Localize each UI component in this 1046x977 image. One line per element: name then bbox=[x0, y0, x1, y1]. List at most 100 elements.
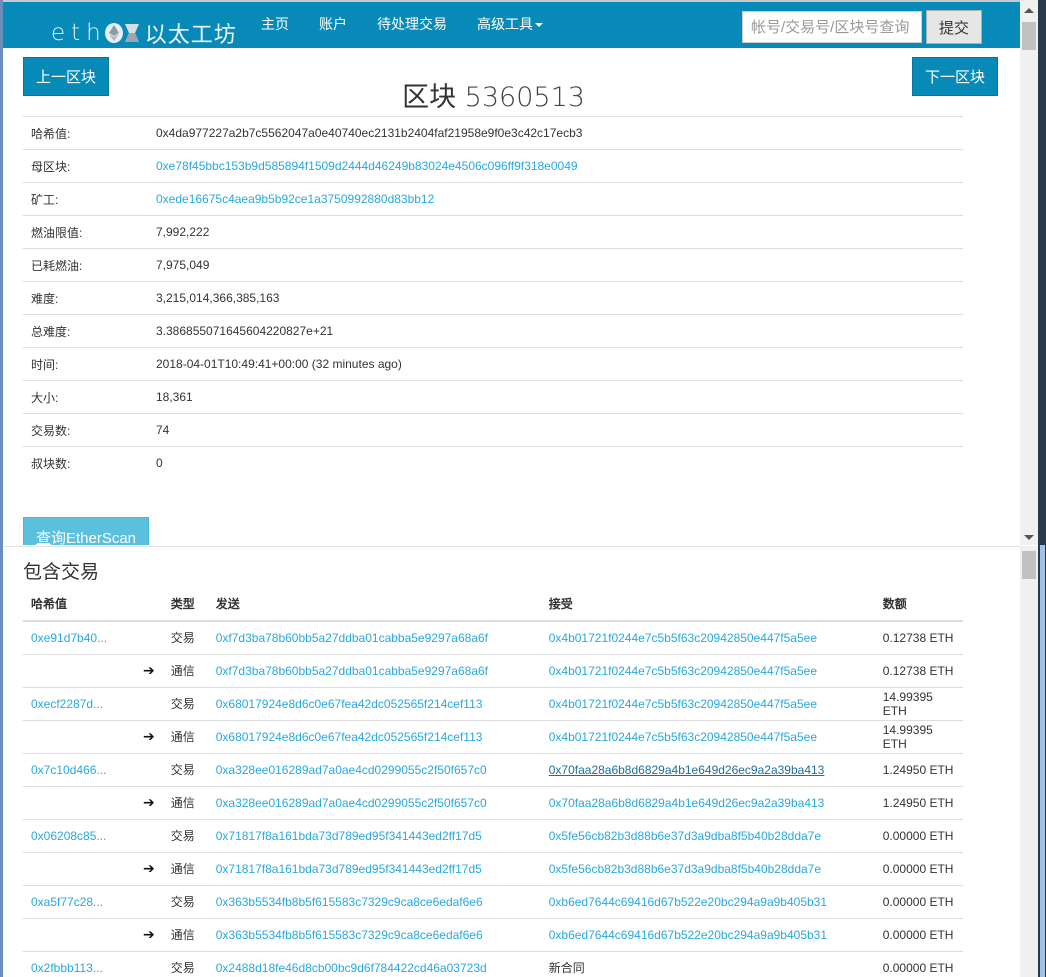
scroll-thumb[interactable] bbox=[1022, 22, 1036, 50]
brand-logo[interactable]: eth 以太工坊 bbox=[51, 18, 237, 48]
detail-value: 18,361 bbox=[156, 390, 193, 404]
table-header-row: 哈希值 类型 发送 接受 数额 bbox=[23, 587, 963, 622]
detail-value: 74 bbox=[156, 423, 170, 437]
scroll-up-icon[interactable] bbox=[1024, 8, 1034, 13]
detail-row: 哈希值: 0x4da977227a2b7c5562047a0e40740ec213… bbox=[23, 116, 963, 150]
tx-from-link[interactable]: 0xf7d3ba78b60bb5a27ddba01cabba5e9297a68a… bbox=[216, 664, 488, 678]
table-row: ➔ 通信 0xf7d3ba78b60bb5a27ddba01cabba5e9297a… bbox=[23, 653, 963, 687]
tx-hash-link[interactable]: 0x7c10d466... bbox=[31, 763, 106, 777]
detail-value-cell: 0 bbox=[148, 447, 963, 480]
tx-from-link[interactable]: 0xa328ee016289ad7a0ae4cd0299055c2f50f657… bbox=[216, 796, 487, 810]
tx-to-link[interactable]: 0x4b01721f0244e7c5b5f63c20942850e447f5a5… bbox=[549, 664, 817, 678]
nav-advanced-tools[interactable]: 高级工具 bbox=[462, 14, 558, 34]
tx-hash-link[interactable]: 0xe91d7b40... bbox=[31, 631, 107, 645]
tx-amount: 0.00000 ETH bbox=[874, 884, 963, 918]
etherscan-button[interactable]: 查询EtherScan bbox=[23, 517, 149, 545]
brand-chinese: 以太工坊 bbox=[144, 22, 237, 47]
tx-from-link[interactable]: 0x363b5534fb8b5f615583c7329c9ca8ce6edaf6… bbox=[216, 928, 483, 942]
tx-from-link[interactable]: 0xf7d3ba78b60bb5a27ddba01cabba5e9297a68a… bbox=[216, 631, 488, 645]
tx-from-cell: 0xf7d3ba78b60bb5a27ddba01cabba5e9297a68a… bbox=[207, 653, 541, 687]
tx-to-link[interactable]: 0xb6ed7644c69416d67b522e20bc294a9a9b405b… bbox=[549, 928, 827, 942]
tx-to-link[interactable]: 0x70faa28a6b8d6829a4b1e649d26ec9a2a39ba4… bbox=[549, 796, 825, 810]
tx-to-link[interactable]: 0x4b01721f0244e7c5b5f63c20942850e447f5a5… bbox=[549, 631, 817, 645]
tx-amount: 1.24950 ETH bbox=[874, 752, 963, 786]
detail-value: 3.386855071645604220827e+21 bbox=[156, 324, 334, 338]
tx-hash-cell: 0x2fbbb113... bbox=[23, 950, 135, 977]
top-pane-scrollbar[interactable] bbox=[1020, 0, 1038, 545]
bottom-pane-scrollbar[interactable] bbox=[1020, 546, 1038, 977]
detail-label: 大小: bbox=[31, 390, 59, 405]
tx-hash-link[interactable]: 0x2fbbb113... bbox=[31, 961, 103, 975]
tx-to-link[interactable]: 0xb6ed7644c69416d67b522e20bc294a9a9b405b… bbox=[549, 895, 827, 909]
table-row: 0xe91d7b40... 交易 0xf7d3ba78b60bb5a27ddba01… bbox=[23, 620, 963, 654]
tx-hash-cell bbox=[23, 917, 135, 951]
detail-value-link[interactable]: 0xe78f45bbc153b9d585894f1509d2444d46249b… bbox=[156, 159, 578, 173]
nav-home[interactable]: 主页 bbox=[246, 14, 304, 34]
tx-from-link[interactable]: 0x363b5534fb8b5f615583c7329c9ca8ce6edaf6… bbox=[216, 895, 483, 909]
tx-hash-link[interactable]: 0xecf2287d... bbox=[31, 697, 103, 711]
tx-from-link[interactable]: 0x71817f8a161bda73d789ed95f341443ed2ff17… bbox=[216, 829, 482, 843]
scroll-down-icon[interactable] bbox=[1024, 535, 1034, 540]
tx-from-link[interactable]: 0xa328ee016289ad7a0ae4cd0299055c2f50f657… bbox=[216, 763, 487, 777]
header-to: 接受 bbox=[540, 587, 875, 622]
detail-row: 已耗燃油: 7,975,049 bbox=[23, 248, 963, 282]
detail-label: 矿工: bbox=[31, 192, 59, 207]
tx-from-link[interactable]: 0x2488d18fe46d8cb00bc9d6f784422cd46a0372… bbox=[216, 961, 487, 975]
tx-type: 交易 bbox=[162, 950, 208, 977]
table-row: 0x2fbbb113... 交易 0x2488d18fe46d8cb00bc9d6f… bbox=[23, 950, 963, 977]
search-input[interactable] bbox=[742, 11, 922, 43]
table-row: ➔ 通信 0x363b5534fb8b5f615583c7329c9ca8ce6ed… bbox=[23, 917, 963, 951]
detail-value-cell: 3.386855071645604220827e+21 bbox=[148, 315, 963, 348]
tx-to-link[interactable]: 0x5fe56cb82b3d88b6e37d3a9dba8f5b40b28dda… bbox=[549, 829, 821, 843]
detail-value-link[interactable]: 0xede16675c4aea9b5b92ce1a3750992880d83bb… bbox=[156, 192, 434, 206]
block-number: 5360513 bbox=[464, 82, 585, 113]
nav-pending-tx[interactable]: 待处理交易 bbox=[362, 14, 462, 34]
tx-to-link[interactable]: 0x5fe56cb82b3d88b6e37d3a9dba8f5b40b28dda… bbox=[549, 862, 821, 876]
tx-hash-cell: 0xe91d7b40... bbox=[23, 620, 135, 654]
table-row: 0xecf2287d... 交易 0x68017924e8d6c0e67fea42d… bbox=[23, 686, 963, 720]
detail-label: 母区块: bbox=[31, 159, 71, 174]
etherscan-label-rest: 询EtherScan bbox=[50, 530, 137, 545]
tx-type: 交易 bbox=[162, 752, 208, 786]
detail-value: 0 bbox=[156, 456, 163, 471]
brand-latin: eth bbox=[51, 20, 107, 46]
arrow-cell: ➔ bbox=[135, 653, 163, 687]
arrow-right-icon: ➔ bbox=[143, 794, 155, 810]
page-title: 区块 5360513 bbox=[3, 75, 984, 114]
tx-amount: 14.99395 ETH bbox=[874, 719, 963, 753]
tx-hash-cell: 0x7c10d466... bbox=[23, 752, 135, 786]
etherscan-label-first: 查 bbox=[35, 530, 51, 545]
tx-to-text: 新合同 bbox=[548, 961, 585, 976]
tx-type: 交易 bbox=[162, 818, 208, 852]
tx-hash-link[interactable]: 0x06208c85... bbox=[31, 829, 106, 843]
detail-value-cell: 0x4da977227a2b7c5562047a0e40740ec2131b24… bbox=[148, 117, 963, 150]
tx-to-cell: 0x5fe56cb82b3d88b6e37d3a9dba8f5b40b28dda… bbox=[540, 818, 875, 852]
tx-from-cell: 0xa328ee016289ad7a0ae4cd0299055c2f50f657… bbox=[207, 785, 541, 819]
tx-from-cell: 0x363b5534fb8b5f615583c7329c9ca8ce6edaf6… bbox=[207, 884, 541, 918]
tx-amount: 0.12738 ETH bbox=[874, 620, 963, 654]
tx-to-link[interactable]: 0x4b01721f0244e7c5b5f63c20942850e447f5a5… bbox=[549, 730, 817, 744]
tx-from-link[interactable]: 0x71817f8a161bda73d789ed95f341443ed2ff17… bbox=[216, 862, 482, 876]
tx-amount: 0.00000 ETH bbox=[874, 818, 963, 852]
tx-from-link[interactable]: 0x68017924e8d6c0e67fea42dc052565f214cef1… bbox=[216, 730, 483, 744]
tx-from-link[interactable]: 0x68017924e8d6c0e67fea42dc052565f214cef1… bbox=[216, 697, 483, 711]
table-row: ➔ 通信 0xa328ee016289ad7a0ae4cd0299055c2f50f… bbox=[23, 785, 963, 819]
tx-to-link[interactable]: 0x70faa28a6b8d6829a4b1e649d26ec9a2a39ba4… bbox=[549, 763, 825, 777]
tx-amount: 0.00000 ETH bbox=[874, 950, 963, 977]
submit-button[interactable]: 提交 bbox=[926, 10, 982, 44]
tx-amount: 14.99395 ETH bbox=[874, 686, 963, 720]
tx-hash-link[interactable]: 0xa5f77c28... bbox=[31, 895, 103, 909]
detail-value-cell: 2018-04-01T10:49:41+00:00 (32 minutes ag… bbox=[148, 348, 963, 381]
tx-hash-cell bbox=[23, 719, 135, 753]
header-arrow bbox=[135, 587, 163, 622]
tx-from-cell: 0x68017924e8d6c0e67fea42dc052565f214cef1… bbox=[207, 686, 541, 720]
nav-accounts[interactable]: 账户 bbox=[304, 14, 362, 34]
detail-value-cell: 74 bbox=[148, 414, 963, 447]
tx-to-link[interactable]: 0x4b01721f0244e7c5b5f63c20942850e447f5a5… bbox=[549, 697, 817, 711]
detail-value-cell: 7,992,222 bbox=[148, 216, 963, 249]
scroll-thumb[interactable] bbox=[1022, 551, 1036, 579]
detail-label: 难度: bbox=[31, 291, 59, 306]
block-detail-pane: eth 以太工坊 主页 账户 待处理交易 高级工具 提交 上一区块 下一区块 区… bbox=[3, 0, 1020, 545]
tx-type: 通信 bbox=[162, 851, 208, 885]
detail-label: 总难度: bbox=[31, 324, 71, 339]
